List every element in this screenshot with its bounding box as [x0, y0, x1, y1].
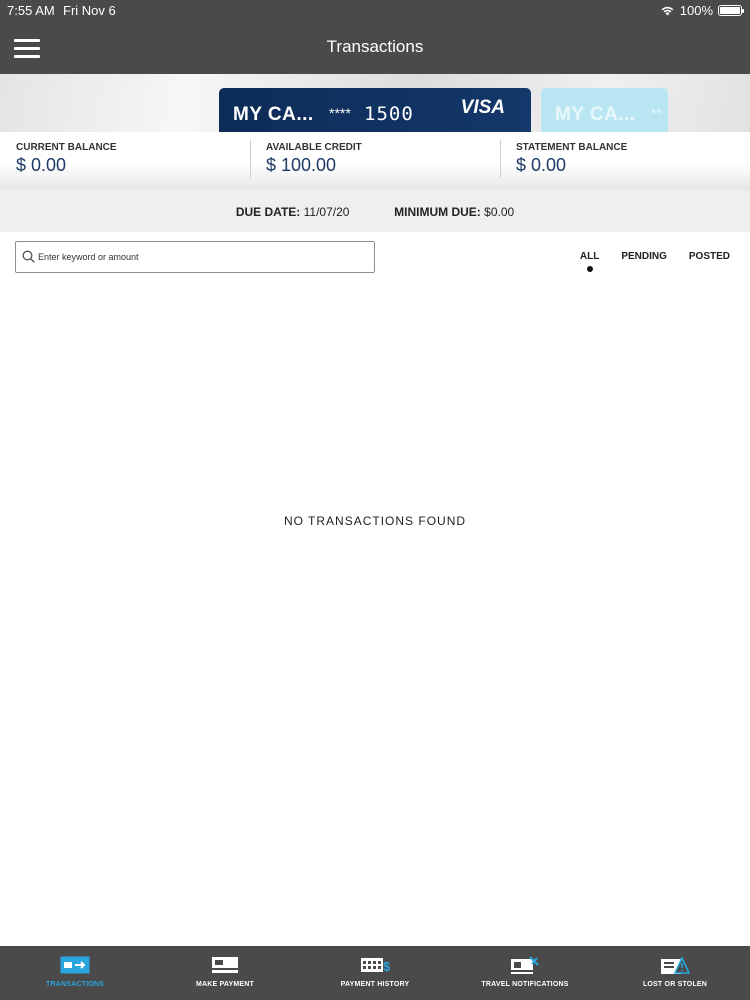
minimum-due-value: $0.00 — [484, 205, 515, 219]
card-last-four: 1500 — [364, 103, 414, 125]
balance-value: $ 100.00 — [266, 155, 337, 175]
nav-label: LOST OR STOLEN — [642, 981, 708, 988]
current-balance: CURRENT BALANCE $ 0.00 — [0, 132, 250, 190]
balance-value: $ 0.00 — [516, 155, 567, 175]
battery-icon — [718, 5, 744, 16]
filter-label: PENDING — [621, 251, 667, 262]
search-icon — [22, 250, 35, 263]
due-date-value: 11/07/20 — [303, 205, 350, 219]
card-name: MY CA... — [233, 104, 314, 125]
balance-value: $ 0.00 — [16, 155, 67, 175]
card-next[interactable]: MY CA... ** — [541, 88, 668, 132]
balance-summary: CURRENT BALANCE $ 0.00 AVAILABLE CREDIT … — [0, 132, 750, 190]
page-title: Transactions — [326, 37, 424, 56]
filter-all[interactable]: ALL — [579, 251, 600, 272]
travel-icon — [511, 956, 539, 974]
svg-text:$: $ — [383, 959, 390, 974]
card-masked-digits: ** — [651, 105, 662, 121]
nav-label: MAKE PAYMENT — [195, 981, 255, 988]
filter-posted[interactable]: POSTED — [689, 251, 730, 262]
available-credit: AVAILABLE CREDIT $ 100.00 — [250, 132, 500, 190]
balance-label: AVAILABLE CREDIT — [266, 142, 362, 153]
minimum-due-label: MINIMUM DUE: — [394, 205, 481, 219]
card-masked-digits: **** — [329, 105, 351, 121]
status-right: 100% — [660, 3, 744, 18]
due-date-label: DUE DATE: — [235, 205, 301, 219]
search-input[interactable] — [38, 246, 368, 268]
wifi-icon — [661, 6, 674, 16]
app-header: Transactions — [0, 20, 750, 74]
lost-stolen-icon — [661, 956, 690, 974]
filter-pending[interactable]: PENDING — [621, 251, 667, 262]
card-carousel[interactable]: MY CA... **** 1500 VISA MY CA... ** — [0, 74, 750, 132]
status-date: Fri Nov 6 — [63, 3, 116, 18]
nav-label: TRANSACTIONS — [45, 981, 104, 988]
due-info-bar: DUE DATE: 11/07/20 MINIMUM DUE: $0.00 — [0, 190, 750, 232]
nav-transactions[interactable]: TRANSACTIONS — [0, 946, 150, 1000]
card-selected[interactable]: MY CA... **** 1500 VISA — [219, 88, 531, 132]
empty-state-message: NO TRANSACTIONS FOUND — [283, 514, 467, 528]
balance-label: CURRENT BALANCE — [16, 142, 117, 153]
payment-history-icon: $ — [361, 958, 390, 974]
battery-percent: 100% — [679, 3, 713, 18]
active-filter-indicator — [586, 266, 593, 272]
statement-balance: STATEMENT BALANCE $ 0.00 — [500, 132, 750, 190]
nav-label: PAYMENT HISTORY — [340, 981, 410, 988]
nav-make-payment[interactable]: MAKE PAYMENT — [150, 946, 300, 1000]
balance-label: STATEMENT BALANCE — [516, 142, 628, 153]
bottom-nav: TRANSACTIONS MAKE PAYMENT $ PAYMENT HIST… — [0, 946, 750, 1000]
filter-label: ALL — [579, 251, 600, 262]
visa-logo-icon: VISA — [460, 97, 505, 118]
transaction-filter-tabs: ALL PENDING POSTED — [579, 251, 730, 272]
nav-payment-history[interactable]: $ PAYMENT HISTORY — [300, 946, 450, 1000]
card-icon — [212, 957, 238, 973]
transactions-icon — [60, 956, 90, 974]
nav-label: TRAVEL NOTIFICATIONS — [481, 981, 569, 988]
nav-lost-or-stolen[interactable]: LOST OR STOLEN — [600, 946, 750, 1000]
card-name: MY CA... — [555, 104, 636, 125]
filter-label: POSTED — [688, 251, 730, 262]
status-time: 7:55 AM — [7, 3, 55, 18]
nav-travel-notifications[interactable]: TRAVEL NOTIFICATIONS — [450, 946, 600, 1000]
search-box[interactable] — [15, 241, 375, 273]
status-bar: 7:55 AM Fri Nov 6 100% — [0, 0, 750, 20]
